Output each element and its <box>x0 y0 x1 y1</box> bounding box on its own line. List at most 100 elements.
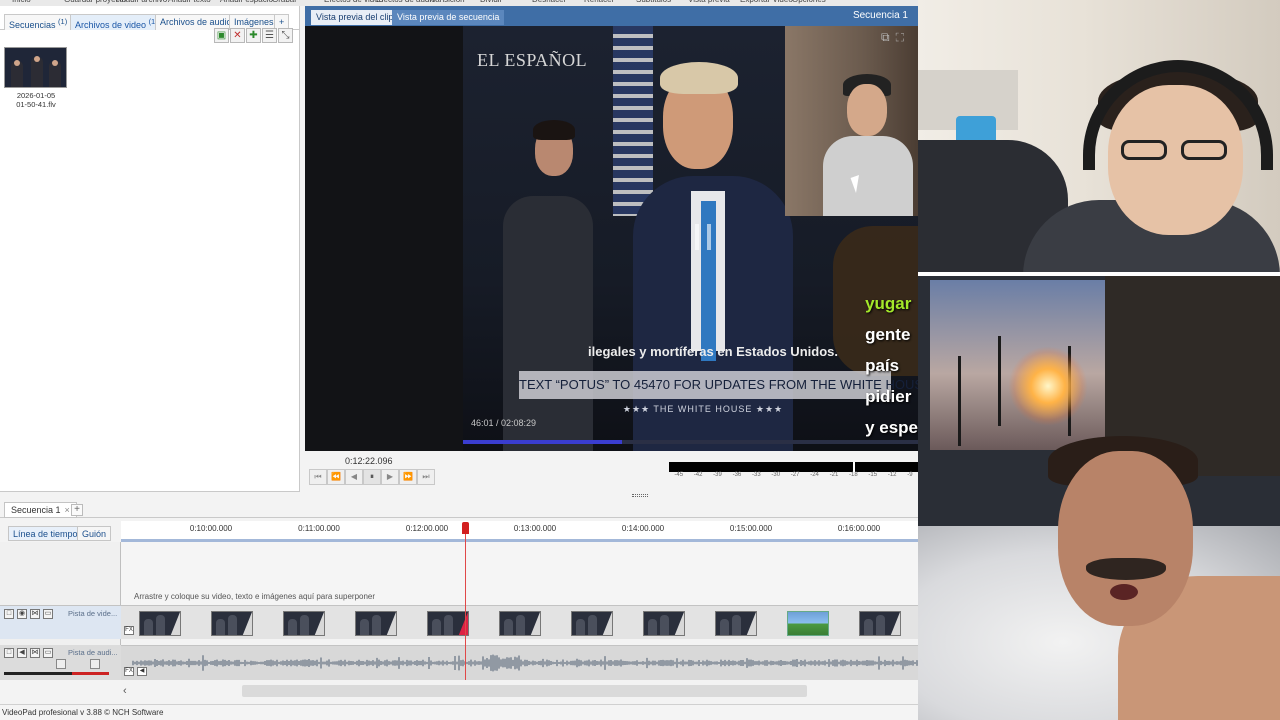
flag <box>613 26 653 216</box>
menu-item[interactable]: Opciones <box>792 0 826 4</box>
close-icon[interactable]: × <box>65 505 70 515</box>
menu-item[interactable]: Exportar Video <box>740 0 793 4</box>
menu-item[interactable]: Efectos de audio <box>376 0 436 4</box>
pan-slider[interactable] <box>90 659 100 669</box>
timeline-view-tabs: Línea de tiempo Guión <box>0 524 120 542</box>
step-forward-button[interactable]: ▶ <box>381 469 399 485</box>
tab-sequence-preview[interactable]: Vista previa de secuencia <box>392 10 505 25</box>
overlay-track[interactable]: Arrastre y coloque su video, texto e imá… <box>121 542 918 605</box>
menu-item[interactable]: Rehacer <box>584 0 614 4</box>
add-clip-icon[interactable]: ▣ <box>214 28 229 43</box>
tab-secuencias[interactable]: Secuencias (1) <box>4 14 73 30</box>
clip-effects-button[interactable]: FX <box>124 626 134 635</box>
menu-item[interactable]: Deshacer <box>532 0 566 4</box>
clip-thumbnail[interactable] <box>715 611 757 636</box>
video-frame: EL ESPAÑOL ⧉⛶ ilegales y mortíferas en E… <box>463 26 918 451</box>
scroll-left-arrow-icon[interactable]: ‹ <box>123 685 127 697</box>
ruler-tick: 0:10:00.000 <box>189 524 233 533</box>
track-visibility-icon[interactable]: □ <box>4 609 14 619</box>
webcam-bottom <box>918 276 1280 720</box>
track-lock-icon[interactable]: ▭ <box>43 648 53 658</box>
status-bar: VideoPad profesional v 3.88 © NCH Softwa… <box>0 704 918 720</box>
videopad-editor: InicioGuardar proyectoAñadir archivoAñad… <box>0 0 918 720</box>
track-visibility-icon[interactable]: □ <box>4 648 14 658</box>
track-effects-icon[interactable]: ⋈ <box>30 648 40 658</box>
tab-archivos-de-video[interactable]: Archivos de video (1) <box>70 14 163 30</box>
list-view-icon[interactable]: ☰ <box>262 28 277 43</box>
volume-slider[interactable] <box>56 659 66 669</box>
timeline-horizontal-scrollbar[interactable] <box>121 685 918 697</box>
bin-toolbar: ▣ ✕ ✚ ☰ ⤡ <box>214 28 293 44</box>
speaker-icon[interactable]: ◀ <box>17 648 27 658</box>
image-clip-thumbnail[interactable] <box>787 611 829 636</box>
clip-thumbnail[interactable] <box>355 611 397 636</box>
preview-tabs: Vista previa del clip Vista previa de se… <box>305 6 918 26</box>
track-effects-icon[interactable]: ⋈ <box>30 609 40 619</box>
sequence-tabs: Secuencia 1 × + <box>0 501 918 518</box>
menu-item[interactable]: Vista previa <box>688 0 730 4</box>
bin-media-item[interactable]: 2026-01-05 01-50-41.flv <box>4 47 68 109</box>
picture-in-picture-webcam: ⧉⛶ <box>785 26 918 216</box>
video-viewport[interactable]: EL ESPAÑOL ⧉⛶ ilegales y mortíferas en E… <box>305 26 918 451</box>
fast-forward-button[interactable]: ⏩ <box>399 469 417 485</box>
menu-item[interactable]: Añadir texto <box>168 0 211 4</box>
overlay-word: yugar <box>865 294 912 313</box>
add-sequence-button[interactable]: + <box>71 504 83 516</box>
playhead-handle[interactable] <box>462 522 469 534</box>
playhead-line <box>465 534 466 680</box>
audio-track-label: Pista de audi... <box>68 648 118 657</box>
step-back-button[interactable]: ◀ <box>345 469 363 485</box>
clip-thumbnail[interactable] <box>499 611 541 636</box>
video-subtitle: ilegales y mortíferas en Estados Unidos. <box>588 344 838 359</box>
clip-thumbnail[interactable] <box>139 611 181 636</box>
menu-item[interactable]: Grabar <box>272 0 297 4</box>
menu-item[interactable]: Efectos de video <box>324 0 383 4</box>
video-banner-sub: ★★★ THE WHITE HOUSE ★★★ <box>622 404 784 414</box>
video-counter: 46:01 / 02:08:29 <box>471 418 537 428</box>
track-lock-icon[interactable]: ▭ <box>43 609 53 619</box>
tab-storyboard[interactable]: Guión <box>77 526 112 541</box>
audio-waveform <box>132 654 918 672</box>
overlay-word: gente <box>865 325 911 344</box>
video-banner: TEXT “POTUS” TO 45470 FOR UPDATES FROM T… <box>519 371 918 399</box>
scrollbar-thumb[interactable] <box>242 685 807 697</box>
menu-item[interactable]: Transición <box>428 0 465 4</box>
go-to-end-button[interactable]: ⏭ <box>417 469 435 485</box>
tab-secuencia-1[interactable]: Secuencia 1 × <box>4 502 77 518</box>
overlay-word: país <box>865 356 900 375</box>
pause-overlay-icon <box>695 224 711 250</box>
pip-controls-icon: ⧉⛶ <box>881 30 910 44</box>
channel-logo: EL ESPAÑOL <box>477 50 588 70</box>
clip-thumbnail[interactable] <box>643 611 685 636</box>
clip-thumbnail[interactable] <box>571 611 613 636</box>
menu-item[interactable]: Añadir espacio <box>220 0 273 4</box>
transport-controls: ⏮ ⏪ ◀ ⏸ ▶ ⏩ ⏭ <box>309 469 435 485</box>
menu-item[interactable]: Subtitulos <box>636 0 671 4</box>
panel-resize-handle[interactable] <box>632 494 648 497</box>
resize-icon[interactable]: ⤡ <box>278 28 293 43</box>
clip-thumbnail[interactable] <box>859 611 901 636</box>
pause-button[interactable]: ⏸ <box>363 469 381 485</box>
overlay-word: pidier <box>865 387 912 406</box>
add-icon[interactable]: ✚ <box>246 28 261 43</box>
rewind-button[interactable]: ⏪ <box>327 469 345 485</box>
menu-item[interactable]: Inicio <box>12 0 31 4</box>
menu-item[interactable]: Dividir <box>480 0 502 4</box>
go-to-start-button[interactable]: ⏮ <box>309 469 327 485</box>
delete-icon[interactable]: ✕ <box>230 28 245 43</box>
timeline-ruler[interactable]: 0:10:00.000 0:11:00.000 0:12:00.000 0:13… <box>121 521 918 542</box>
menu-item[interactable]: Añadir archivo <box>116 0 167 4</box>
clip-thumbnail[interactable] <box>283 611 325 636</box>
eye-icon[interactable]: ◉ <box>17 609 27 619</box>
audio-track-header: □ ◀ ⋈ ▭ Pista de audi... <box>0 645 121 680</box>
bin-tabs: Secuencias (1) Archivos de video (1) Arc… <box>0 10 300 30</box>
overlay-drop-hint: Arrastre y coloque su video, texto e imá… <box>134 592 376 601</box>
audio-level-bar <box>4 672 109 675</box>
audio-track[interactable]: FX ◀ <box>121 645 918 680</box>
tab-timeline[interactable]: Línea de tiempo <box>8 526 83 541</box>
clip-thumbnail[interactable] <box>211 611 253 636</box>
video-track-label: Pista de vide... <box>68 609 118 618</box>
tab-clip-preview[interactable]: Vista previa del clip <box>311 10 399 25</box>
clip-thumbnail[interactable] <box>427 611 469 636</box>
video-track[interactable]: FX <box>121 605 918 639</box>
